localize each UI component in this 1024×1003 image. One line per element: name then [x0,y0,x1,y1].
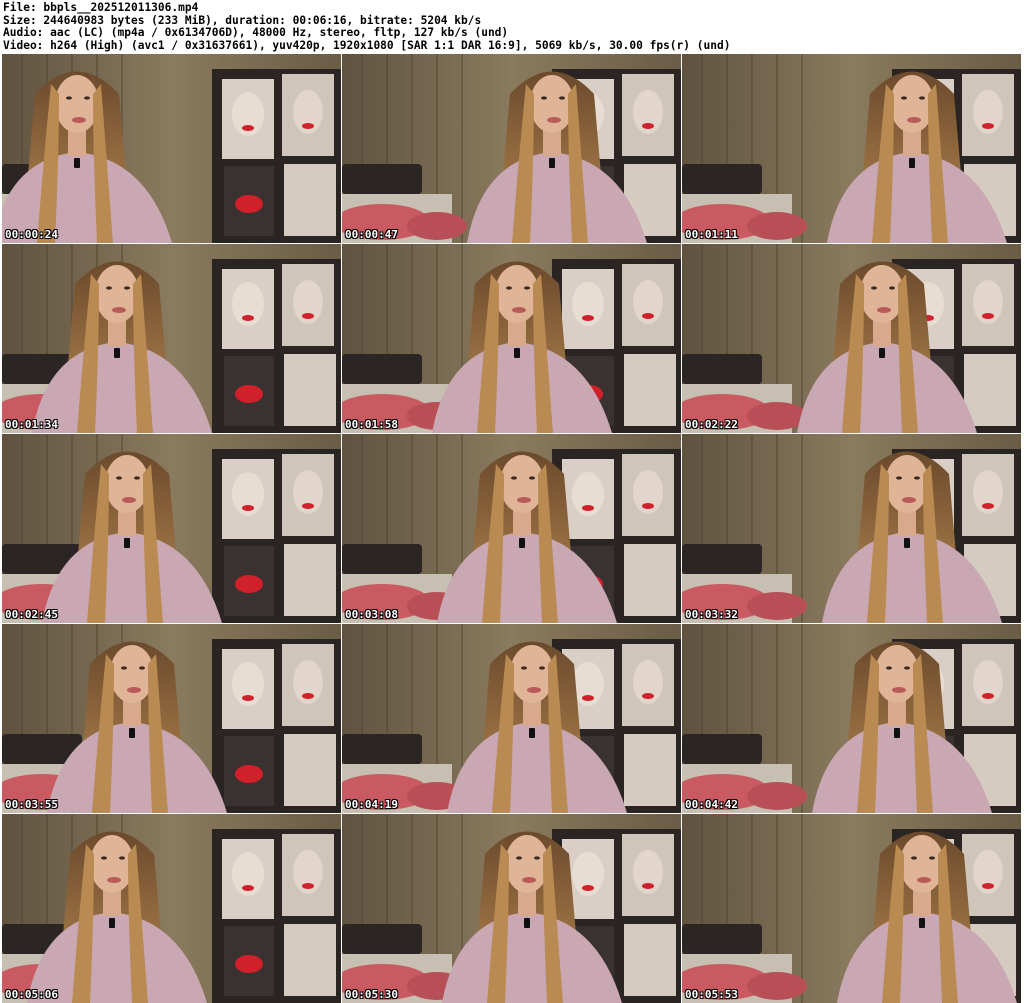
thumbnail-timestamp: 00:01:34 [5,418,58,431]
audio-info-line: Audio: aac (LC) (mp4a / 0x6134706D), 480… [3,26,509,39]
thumbnail-timestamp: 00:00:24 [5,228,58,241]
frame-image [2,434,341,623]
thumbnail-timestamp: 00:01:11 [685,228,738,241]
frame-image [682,624,1021,813]
frame-image [2,624,341,813]
thumbnail-timestamp: 00:00:47 [345,228,398,241]
thumbnail-timestamp: 00:03:08 [345,608,398,621]
video-thumbnail: 00:01:58 [342,244,681,433]
frame-image [2,54,341,243]
thumbnail-timestamp: 00:02:22 [685,418,738,431]
video-thumbnail: 00:02:22 [682,244,1021,433]
thumbnail-timestamp: 00:03:32 [685,608,738,621]
video-thumbnail: 00:01:11 [682,54,1021,243]
thumbnail-timestamp: 00:05:53 [685,988,738,1001]
video-thumbnail: 00:05:06 [2,814,341,1003]
thumbnail-timestamp: 00:05:06 [5,988,58,1001]
thumbnail-timestamp: 00:05:30 [345,988,398,1001]
frame-image [342,434,681,623]
video-thumbnail: 00:03:08 [342,434,681,623]
file-name-line: File: bbpls__202512011306.mp4 [3,1,199,14]
frame-image [2,814,341,1003]
frame-image [682,244,1021,433]
video-thumbnail: 00:00:47 [342,54,681,243]
video-thumbnail: 00:03:32 [682,434,1021,623]
video-thumbnail: 00:01:34 [2,244,341,433]
frame-image [342,814,681,1003]
thumbnail-timestamp: 00:02:45 [5,608,58,621]
frame-image [682,54,1021,243]
thumbnail-timestamp: 00:03:55 [5,798,58,811]
file-info-header: File: bbpls__202512011306.mp4 Size: 2446… [0,0,1024,54]
thumbnail-timestamp: 00:04:42 [685,798,738,811]
video-thumbnail: 00:02:45 [2,434,341,623]
frame-image [342,624,681,813]
video-info-line: Video: h264 (High) (avc1 / 0x31637661), … [3,38,731,52]
frame-image [342,54,681,243]
video-thumbnail: 00:03:55 [2,624,341,813]
thumbnail-timestamp: 00:01:58 [345,418,398,431]
video-thumbnail: 00:05:30 [342,814,681,1003]
frame-image [682,434,1021,623]
thumbnail-grid: 00:00:24 00:00:47 00:01:11 00:01:34 00:01:58… [2,54,1021,1003]
video-thumbnail: 00:00:24 [2,54,341,243]
video-thumbnail: 00:04:19 [342,624,681,813]
thumbnail-timestamp: 00:04:19 [345,798,398,811]
frame-image [2,244,341,433]
frame-image [342,244,681,433]
frame-image [682,814,1021,1003]
video-thumbnail: 00:05:53 [682,814,1021,1003]
video-thumbnail: 00:04:42 [682,624,1021,813]
